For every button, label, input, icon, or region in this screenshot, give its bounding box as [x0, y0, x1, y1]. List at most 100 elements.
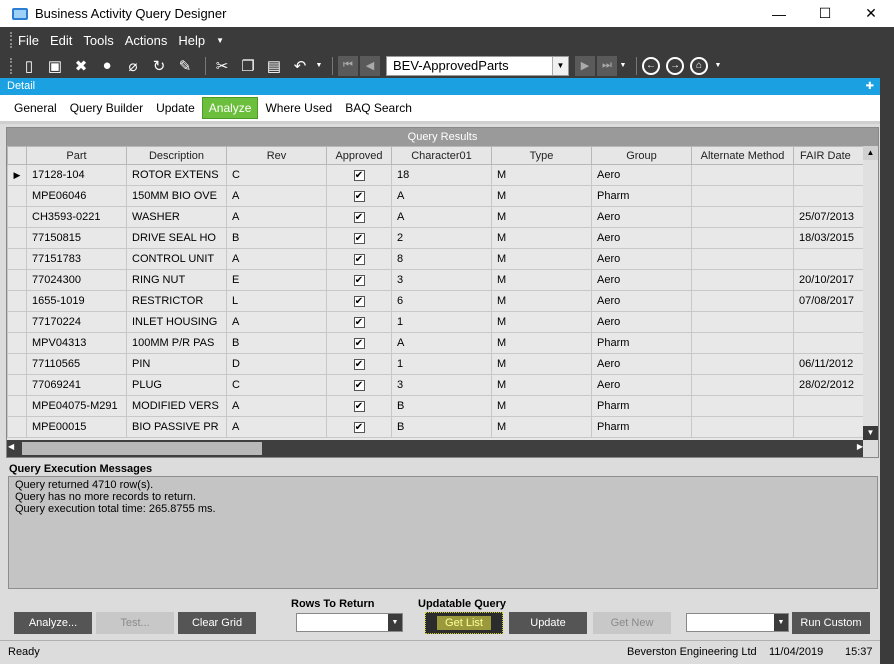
grid-cell[interactable]: 150MM BIO OVE [126, 185, 227, 207]
grid-cell[interactable]: 18/03/2015 [793, 227, 874, 249]
grid-cell[interactable] [691, 248, 794, 270]
row-selector[interactable] [7, 269, 27, 291]
grid-cell[interactable]: CH3593-0221 [26, 206, 127, 228]
grid-cell[interactable]: 25/07/2013 [793, 206, 874, 228]
grid-cell[interactable]: M [491, 269, 592, 291]
table-row[interactable]: MPE00015 BIO PASSIVE PR A ✔ B M Pharm [7, 416, 874, 438]
row-selector[interactable] [7, 248, 27, 270]
approved-checkbox[interactable]: ✔ [353, 254, 365, 265]
grid-cell[interactable]: 77110565 [26, 353, 127, 375]
grid-cell[interactable]: M [491, 353, 592, 375]
grid-cell[interactable]: 77024300 [26, 269, 127, 291]
clear-icon[interactable]: ✎ [174, 55, 196, 77]
clear-grid-button[interactable]: Clear Grid [178, 612, 256, 634]
column-header[interactable]: Description [126, 146, 227, 165]
maximize-button[interactable]: ☐ [802, 0, 848, 27]
get-new-button[interactable]: Get New [593, 612, 671, 634]
menu-edit[interactable]: Edit [50, 33, 72, 48]
grid-cell[interactable]: B [226, 332, 327, 354]
grid-cell[interactable]: 06/11/2012 [793, 353, 874, 375]
row-selector[interactable] [7, 395, 27, 417]
analyze-button[interactable]: Analyze... [14, 612, 92, 634]
menu-help[interactable]: Help [178, 33, 205, 48]
table-row[interactable]: 77069241 PLUG C ✔ 3 M Aero 28/02/2012 [7, 374, 874, 396]
chevron-down-icon[interactable]: ▼ [774, 614, 788, 631]
grid-cell[interactable]: Aero [591, 353, 692, 375]
grid-cell[interactable]: 100MM P/R PAS [126, 332, 227, 354]
grid-cell[interactable]: RING NUT [126, 269, 227, 291]
grid-cell[interactable]: M [491, 332, 592, 354]
grid-cell[interactable] [691, 311, 794, 333]
grid-cell[interactable]: M [491, 374, 592, 396]
grid-cell[interactable]: 17128-104 [26, 164, 127, 186]
tab-general[interactable]: General [8, 98, 63, 118]
column-header[interactable]: Approved [326, 146, 392, 165]
grid-cell[interactable]: D [226, 353, 327, 375]
pin-icon[interactable]: ✚ [866, 78, 874, 95]
grid-cell[interactable]: 6 [391, 290, 492, 312]
approved-checkbox[interactable]: ✔ [353, 422, 365, 433]
table-row[interactable]: 77170224 INLET HOUSING A ✔ 1 M Aero [7, 311, 874, 333]
column-header[interactable]: Group [591, 146, 692, 165]
grid-cell[interactable]: Aero [591, 374, 692, 396]
back-icon[interactable]: ← [642, 56, 660, 75]
approved-cell[interactable]: ✔ [326, 311, 392, 333]
table-row[interactable]: 77151783 CONTROL UNIT A ✔ 8 M Aero [7, 248, 874, 270]
grid-cell[interactable] [691, 290, 794, 312]
save-icon[interactable]: ▣ [44, 55, 66, 77]
get-list-button[interactable]: Get List [425, 612, 503, 634]
approved-cell[interactable]: ✔ [326, 227, 392, 249]
cut-icon[interactable]: ✂ [211, 55, 233, 77]
row-selector[interactable] [7, 206, 27, 228]
row-selector[interactable] [7, 227, 27, 249]
column-header[interactable]: FAIR Date [793, 146, 874, 165]
approved-checkbox[interactable]: ✔ [353, 359, 365, 370]
grid-cell[interactable]: B [391, 395, 492, 417]
attach-icon[interactable]: ⌀ [122, 55, 144, 77]
query-results-grid[interactable]: Query Results Part Description Rev Appro… [6, 127, 879, 458]
approved-checkbox[interactable]: ✔ [353, 212, 365, 223]
grid-cell[interactable]: INLET HOUSING [126, 311, 227, 333]
approved-checkbox[interactable]: ✔ [353, 170, 365, 181]
scroll-down-icon[interactable]: ▼ [863, 426, 878, 440]
column-header[interactable]: Rev [226, 146, 327, 165]
grid-cell[interactable]: M [491, 395, 592, 417]
grid-cell[interactable] [793, 395, 874, 417]
row-selector[interactable] [7, 332, 27, 354]
grid-cell[interactable]: M [491, 227, 592, 249]
row-selector[interactable] [7, 353, 27, 375]
current-row-indicator-icon[interactable]: ▶ [7, 164, 27, 186]
approved-cell[interactable]: ✔ [326, 374, 392, 396]
forward-icon[interactable]: → [666, 56, 684, 75]
grid-cell[interactable]: PLUG [126, 374, 227, 396]
approved-cell[interactable]: ✔ [326, 290, 392, 312]
approved-cell[interactable]: ✔ [326, 206, 392, 228]
grid-cell[interactable] [793, 311, 874, 333]
grid-cell[interactable]: 2 [391, 227, 492, 249]
grid-cell[interactable]: M [491, 311, 592, 333]
grid-cell[interactable]: M [491, 290, 592, 312]
grid-cell[interactable]: C [226, 164, 327, 186]
grid-cell[interactable]: 1655-1019 [26, 290, 127, 312]
row-selector[interactable] [7, 374, 27, 396]
chevron-down-icon[interactable]: ▼ [552, 56, 568, 75]
grid-cell[interactable]: A [226, 206, 327, 228]
grid-cell[interactable]: A [226, 248, 327, 270]
grid-cell[interactable] [691, 269, 794, 291]
last-record-icon[interactable]: ⏭ [597, 55, 617, 76]
rows-to-return-combo[interactable]: ▼ [296, 613, 403, 632]
grid-cell[interactable]: 77150815 [26, 227, 127, 249]
grid-cell[interactable]: Aero [591, 164, 692, 186]
grid-cell[interactable]: RESTRICTOR [126, 290, 227, 312]
grid-cell[interactable] [793, 416, 874, 438]
grid-cell[interactable]: WASHER [126, 206, 227, 228]
grid-cell[interactable]: A [226, 395, 327, 417]
grid-cell[interactable]: A [391, 206, 492, 228]
approved-checkbox[interactable]: ✔ [353, 380, 365, 391]
scroll-up-icon[interactable]: ▲ [863, 146, 878, 160]
grid-cell[interactable]: Aero [591, 206, 692, 228]
grid-cell[interactable] [691, 332, 794, 354]
refresh-icon[interactable]: ↻ [148, 55, 170, 77]
menu-actions[interactable]: Actions [125, 33, 168, 48]
grid-cell[interactable] [793, 248, 874, 270]
